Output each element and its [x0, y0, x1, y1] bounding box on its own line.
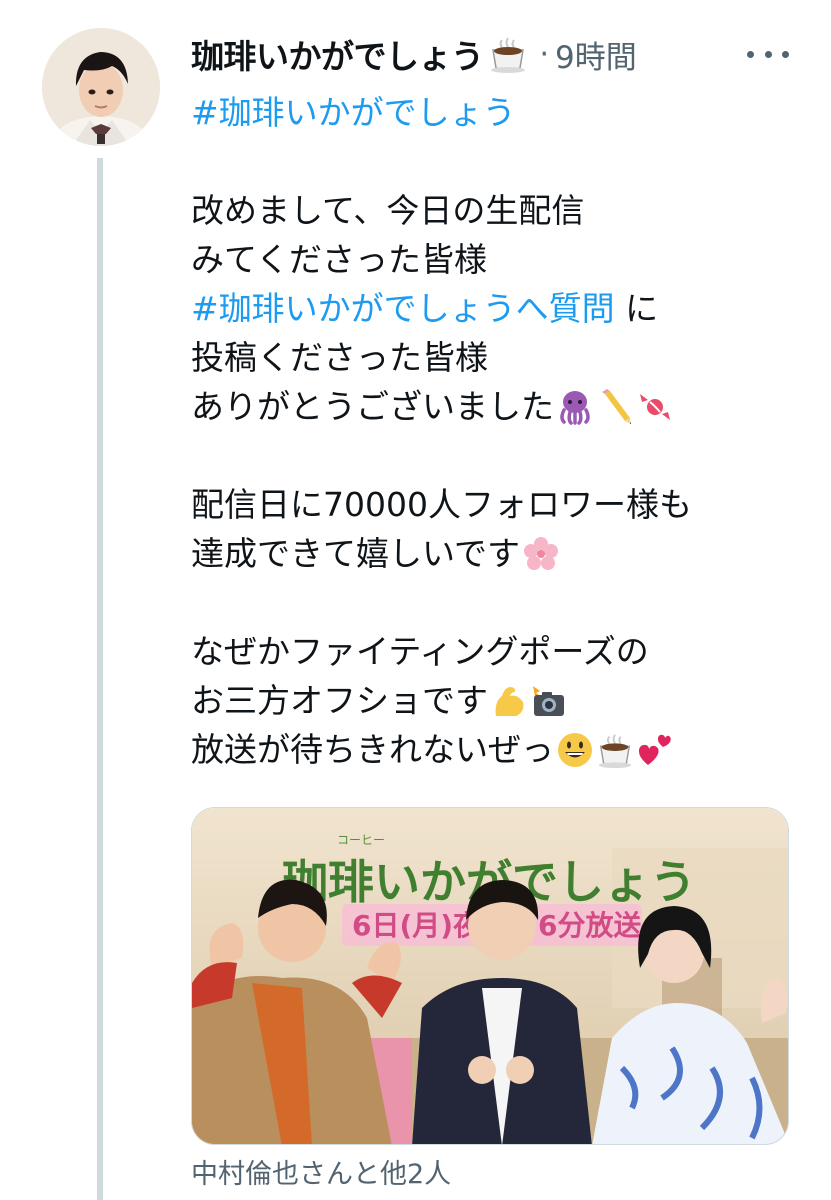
thread-connector-line [97, 158, 103, 1200]
octopus-icon [556, 388, 594, 426]
text-line: 放送が待ちきれないぜっ [191, 730, 554, 769]
camera-flash-icon [530, 682, 568, 720]
sign-date: 6日(月)夜 [352, 909, 482, 942]
sign-ruby: コーヒー [337, 833, 385, 847]
timestamp[interactable]: 9時間 [555, 32, 637, 77]
pencil-icon [596, 388, 634, 426]
avatar[interactable] [42, 28, 160, 146]
text-line: 達成できて嬉しいです [191, 534, 521, 573]
hot-coffee-icon [596, 731, 634, 769]
hot-coffee-icon [488, 34, 528, 74]
more-options-icon[interactable] [743, 34, 793, 74]
hashtag-link[interactable]: #珈琲いかがでしょう [191, 88, 516, 137]
tagged-people-caption[interactable]: 中村倫也さんと他2人 [191, 1152, 451, 1191]
text-line: なぜかファイティングポーズの [191, 632, 649, 671]
cherry-blossom-icon [522, 535, 560, 573]
photo-content: コーヒー 珈琲いかがでしょう 6日(月)夜 6分放送 [192, 808, 788, 1144]
tweet-text: #珈琲いかがでしょう 改めまして、今日の生配信 みてくださった皆様 #珈琲いかが… [191, 88, 801, 774]
text-line: 投稿くださった皆様 [191, 338, 488, 377]
separator: · [539, 36, 550, 72]
avatar-photo [42, 28, 160, 146]
tweet-photo[interactable]: コーヒー 珈琲いかがでしょう 6日(月)夜 6分放送 [191, 807, 789, 1145]
display-name[interactable]: 珈琲いかがでしょう [191, 30, 484, 78]
text-line: に [614, 289, 659, 328]
text-line: お三方オフショです [191, 681, 488, 720]
flexed-biceps-icon [490, 682, 528, 720]
text-line: 改めまして、今日の生配信 [191, 191, 585, 230]
tweet-header: 珈琲いかがでしょう · 9時間 [191, 26, 811, 82]
sign-time: 6分放送 [538, 909, 641, 942]
text-line: 配信日に70000人フォロワー様も [191, 485, 692, 524]
grinning-face-icon [556, 731, 594, 769]
candy-icon [636, 388, 674, 426]
text-line: ありがとうございました [191, 387, 554, 426]
hashtag-link[interactable]: #珈琲いかがでしょうへ質問 [191, 284, 615, 333]
two-hearts-icon [636, 731, 674, 769]
text-line: みてくださった皆様 [191, 240, 488, 279]
